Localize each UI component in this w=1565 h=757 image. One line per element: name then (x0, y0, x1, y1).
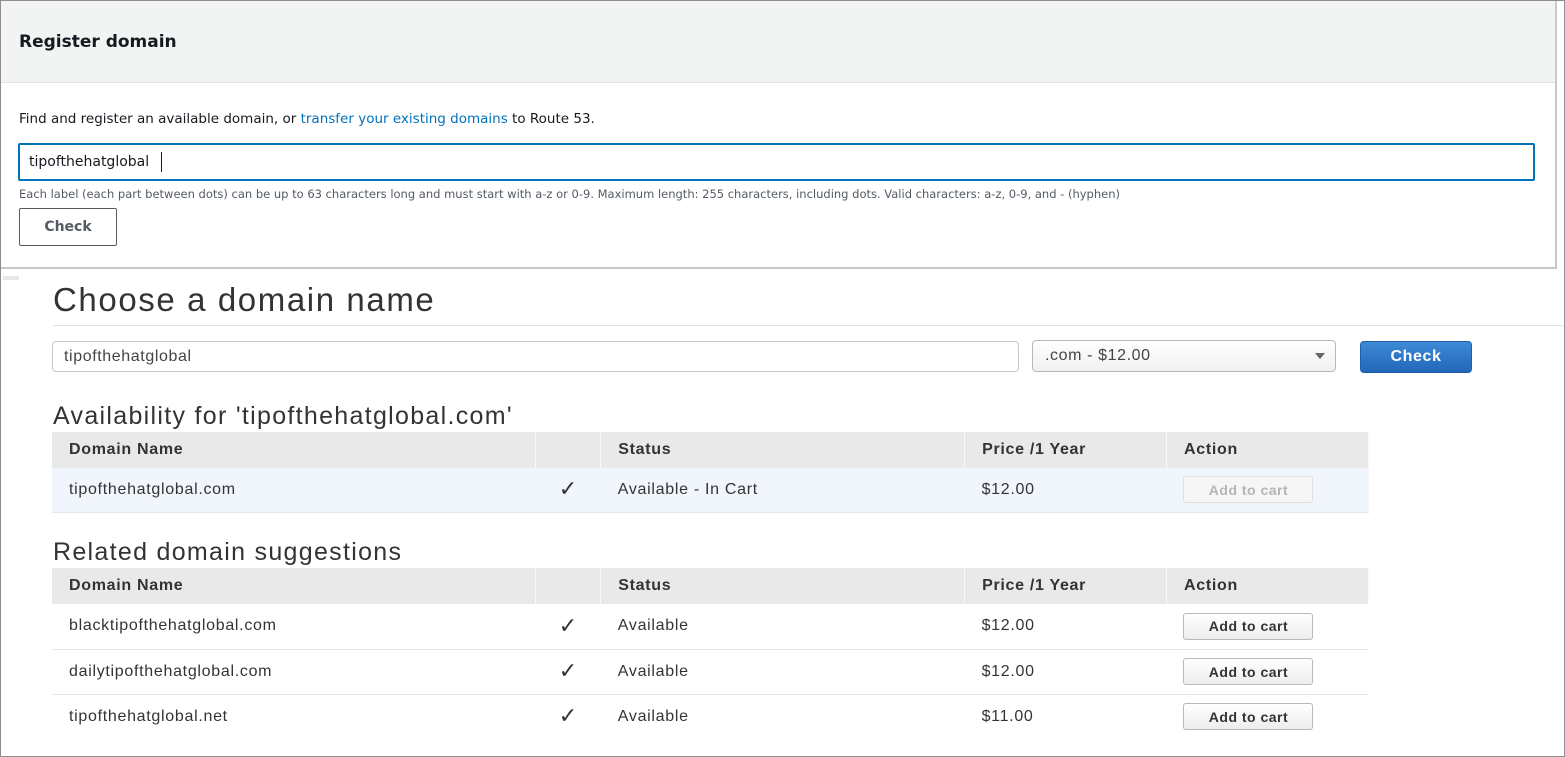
availability-table: Domain Name Status Price /1 Year Action … (52, 432, 1370, 513)
domain-name-cell: blacktipofthehatglobal.com (52, 604, 536, 650)
checkmark-icon: ✓ (535, 604, 601, 650)
suggestions-title: Related domain suggestions (53, 538, 403, 566)
domain-name-cell: tipofthehatglobal.com (52, 468, 536, 513)
header-icon (535, 568, 602, 604)
register-domain-panel: Register domain Find and register an ava… (1, 1, 1557, 269)
transfer-domains-link[interactable]: transfer your existing domains (301, 111, 508, 127)
domain-name-cell: dailytipofthehatglobal.com (52, 649, 536, 695)
status-cell: Available (617, 707, 689, 725)
table-row: dailytipofthehatglobal.com ✓ Available $… (52, 649, 1369, 695)
register-domain-title: Register domain (19, 31, 177, 52)
divider-mark (3, 276, 19, 280)
add-to-cart-button[interactable]: Add to cart (1183, 658, 1314, 685)
availability-title: Availability for 'tipofthehatglobal.com' (53, 402, 513, 430)
header-status: Status (600, 432, 966, 468)
price-cell: $12.00 (964, 468, 1167, 513)
register-check-button[interactable]: Check (19, 208, 117, 246)
checkmark-icon: ✓ (535, 649, 601, 695)
domain-name-cell: tipofthehatglobal.net (69, 707, 228, 725)
action-cell: Add to cart (1166, 694, 1368, 739)
header-domain-name: Domain Name (52, 568, 537, 604)
text-caret (161, 152, 162, 172)
header-status: Status (600, 568, 966, 604)
status-cell: Available - In Cart (600, 468, 965, 513)
table-row: blacktipofthehatglobal.com ✓ Available $… (52, 604, 1369, 650)
action-cell: Add to cart (1166, 468, 1369, 513)
description-suffix: to Route 53. (507, 111, 595, 127)
action-cell: Add to cart (1166, 649, 1369, 695)
table-header-row: Domain Name Status Price /1 Year Action (52, 432, 1370, 468)
register-domain-description: Find and register an available domain, o… (19, 111, 595, 127)
domain-check-button[interactable]: Check (1360, 341, 1472, 373)
domain-format-hint: Each label (each part between dots) can … (19, 187, 1120, 201)
header-action: Action (1166, 568, 1370, 604)
header-price: Price /1 Year (964, 568, 1167, 604)
header-action: Action (1166, 432, 1370, 468)
header-price: Price /1 Year (964, 432, 1167, 468)
checkmark-icon: ✓ (535, 468, 601, 513)
add-to-cart-button[interactable]: Add to cart (1183, 612, 1314, 640)
action-cell: Add to cart (1166, 604, 1369, 650)
price-cell: $12.00 (964, 649, 1167, 695)
add-to-cart-button[interactable]: Add to cart (1183, 703, 1314, 731)
chevron-down-icon (1315, 353, 1325, 359)
tld-selected-value: .com - $12.00 (1045, 347, 1151, 364)
choose-domain-title: Choose a domain name (53, 281, 436, 318)
table-row: tipofthehatglobal.net ✓ Available $11.00… (52, 694, 1369, 739)
header-icon (535, 432, 602, 468)
tld-select[interactable]: .com - $12.00 (1032, 340, 1336, 372)
add-to-cart-button[interactable]: Add to cart (1183, 476, 1314, 504)
domain-name-input[interactable] (52, 341, 1019, 372)
status-cell: Available (600, 649, 965, 695)
checkmark-icon: ✓ (558, 704, 578, 730)
title-divider (53, 325, 1563, 326)
suggestions-table: Domain Name Status Price /1 Year Action … (52, 568, 1370, 739)
price-cell: $11.00 (981, 707, 1034, 725)
register-domain-search-input[interactable] (18, 143, 1535, 181)
status-cell: Available (600, 604, 965, 650)
table-row: tipofthehatglobal.com ✓ Available - In C… (52, 468, 1369, 513)
description-text: Find and register an available domain, o… (19, 111, 301, 127)
price-cell: $12.00 (964, 604, 1167, 650)
register-domain-header: Register domain (1, 1, 1555, 83)
table-header-row: Domain Name Status Price /1 Year Action (52, 568, 1370, 604)
header-domain-name: Domain Name (52, 432, 537, 468)
